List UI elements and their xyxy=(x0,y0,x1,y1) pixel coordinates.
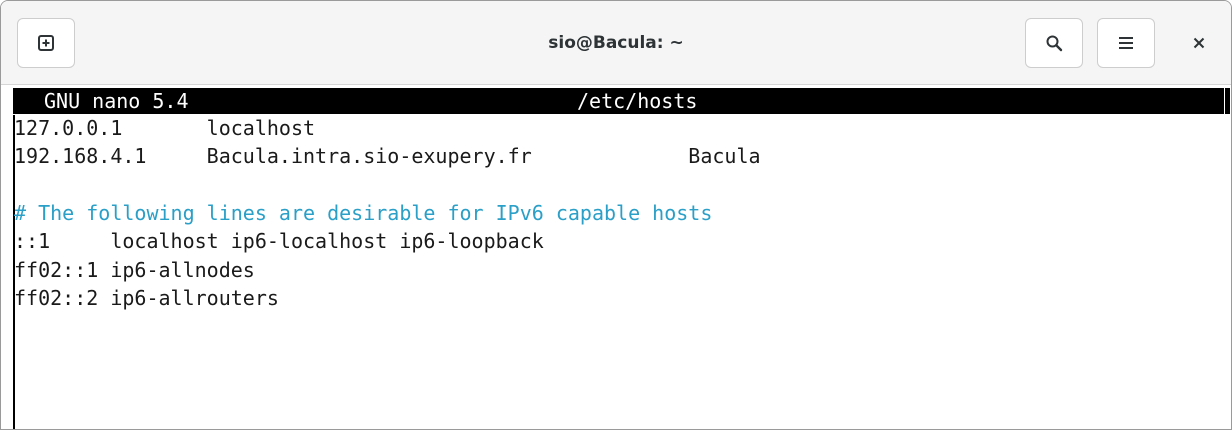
close-button[interactable] xyxy=(1171,18,1227,68)
menu-button[interactable] xyxy=(1097,18,1155,68)
terminal-window: sio@Bacula: ~ GNU nano 5.4 /etc/hosts 12… xyxy=(0,0,1232,430)
file-line: ff02::2 ip6-allrouters xyxy=(14,286,279,310)
file-line: ::1 localhost ip6-localhost ip6-loopback xyxy=(14,229,544,253)
scrollbar-thumb[interactable] xyxy=(1225,88,1230,114)
title-bar: sio@Bacula: ~ xyxy=(1,1,1231,85)
nano-header-bar: GNU nano 5.4 /etc/hosts xyxy=(13,88,1224,114)
search-button[interactable] xyxy=(1025,18,1083,68)
terminal-area[interactable]: GNU nano 5.4 /etc/hosts 127.0.0.1 localh… xyxy=(1,85,1231,429)
nano-filename: /etc/hosts xyxy=(577,89,698,113)
close-icon xyxy=(1193,37,1205,49)
file-line: ff02::1 ip6-allnodes xyxy=(14,258,255,282)
hamburger-menu-icon xyxy=(1118,36,1134,50)
file-line: 192.168.4.1 Bacula.intra.sio-exupery.fr … xyxy=(14,144,761,168)
nano-version: GNU nano 5.4 xyxy=(44,89,189,113)
new-tab-icon xyxy=(37,34,55,52)
new-tab-button[interactable] xyxy=(17,18,75,68)
comment-line: # The following lines are desirable for … xyxy=(14,201,713,225)
scrollbar[interactable] xyxy=(1224,88,1231,429)
search-icon xyxy=(1045,34,1063,52)
file-line: 127.0.0.1 localhost xyxy=(14,116,316,140)
